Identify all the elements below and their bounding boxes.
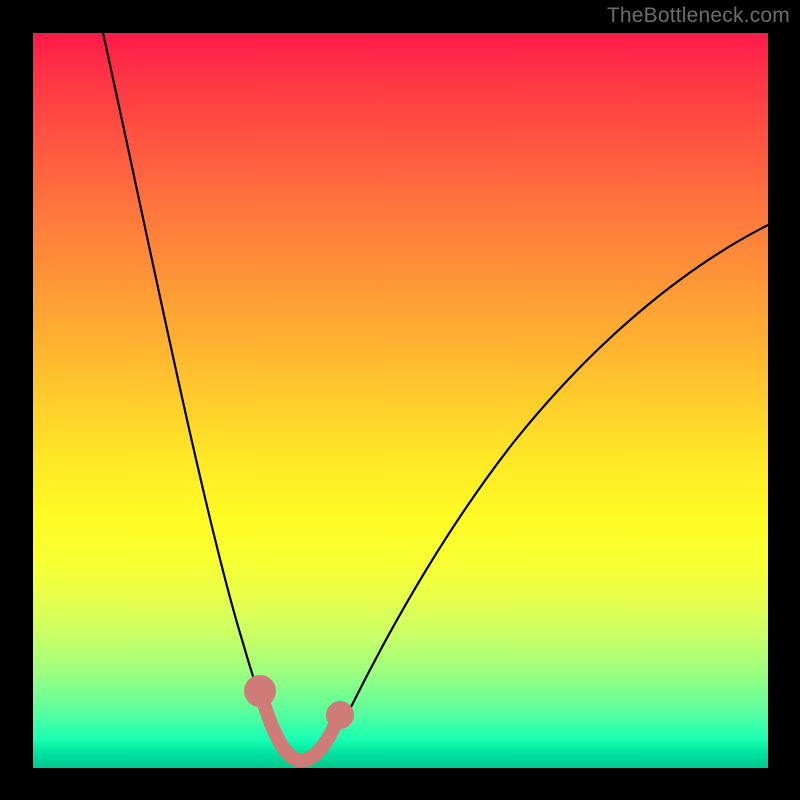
bottleneck-curve [103,33,768,760]
chart-frame: TheBottleneck.com [0,0,800,800]
curve-layer [33,33,768,768]
watermark-text: TheBottleneck.com [607,4,790,28]
highlight-band [251,682,347,760]
plot-area [33,33,768,768]
